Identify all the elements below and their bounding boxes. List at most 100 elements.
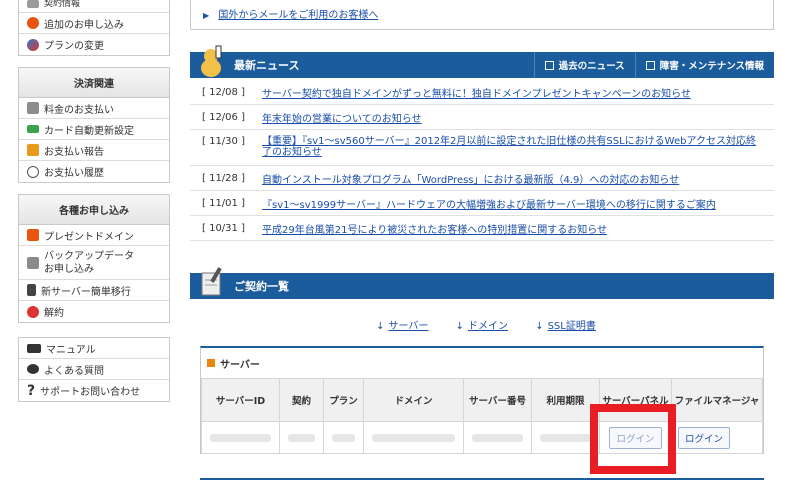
server-table: サーバーID 契約 プラン ドメイン サーバー番号 利用期限 サーバーパネル フ… — [201, 378, 763, 454]
domain-nav-label: ドメイン — [468, 321, 508, 332]
cancel-icon — [27, 305, 39, 318]
sidebar-item-contract-info[interactable]: 契約情報 — [19, 0, 169, 13]
sidebar-item-label: プランの変更 — [44, 41, 104, 52]
news-date: [ 12/06 ] — [202, 111, 245, 123]
news-link[interactable]: 【重要】『sv1～sv560サーバー』2012年2月以前に設定された旧仕様の共有… — [262, 136, 762, 158]
news-link[interactable]: 平成29年台風第21号により被災されたお客様への特別措置に関するお知らせ — [262, 221, 607, 236]
table-row: ログイン ログイン — [201, 421, 763, 454]
sidebar-item-payment-report[interactable]: お支払い報告 — [19, 140, 169, 161]
sidebar-item-support-contact[interactable]: ? サポートお問い合わせ — [19, 380, 169, 401]
sidebar-item-plan-change[interactable]: プランの変更 — [19, 34, 169, 55]
plus-box-icon — [544, 60, 554, 70]
question-icon: ? — [27, 382, 36, 399]
news-date: [ 11/30 ] — [202, 136, 245, 147]
news-date: [ 11/01 ] — [202, 197, 245, 209]
sidebar-item-label: 契約情報 — [44, 0, 81, 9]
plus-box-icon — [645, 60, 655, 70]
add-icon — [27, 17, 39, 29]
server-nav-label: サーバー — [388, 321, 429, 332]
news-item: [ 12/06 ] 年末年始の営業についてのお知らせ — [190, 105, 774, 130]
contract-title: ご契約一覧 — [234, 280, 289, 293]
payment-menu: 決済関連 料金のお支払い カード自動更新設定 お支払い報告 お支払い履歴 — [18, 67, 170, 183]
maintenance-label: 障害・メンテナンス情報 — [659, 61, 764, 72]
book-icon — [27, 343, 41, 353]
file-manager-login-button[interactable]: ログイン — [678, 426, 731, 449]
news-link[interactable]: サーバー契約で独自ドメインがずっと無料に！独自ドメインプレゼントキャンペーンのお… — [262, 85, 691, 100]
server-icon — [27, 284, 36, 296]
past-news-label: 過去のニュース — [558, 61, 625, 72]
overseas-box: ▶ 国外からメールをご利用のお客様へ — [190, 0, 774, 30]
news-link[interactable]: 『sv1～sv1999サーバー』ハードウェアの大幅増強および最新サーバー環境への… — [262, 196, 716, 211]
column-header: サーバーID — [201, 378, 280, 422]
invoice-icon — [27, 102, 39, 114]
server-nav-link[interactable]: ↓ サーバー — [368, 321, 428, 332]
sidebar-item-label: 解約 — [44, 308, 64, 319]
news-item: [ 11/28 ] 自動インストール対象プログラム「WordPress」における… — [190, 166, 774, 191]
domain-cell — [363, 421, 464, 454]
news-list: [ 12/08 ] サーバー契約で独自ドメインがずっと無料に！独自ドメインプレゼ… — [190, 80, 774, 241]
table-header-row: サーバーID 契約 プラン ドメイン サーバー番号 利用期限 サーバーパネル フ… — [201, 378, 763, 422]
sidebar-item-backup[interactable]: バックアップデータ お申し込み — [19, 246, 169, 280]
news-link[interactable]: 年末年始の営業についてのお知らせ — [262, 110, 422, 125]
sidebar-item-cancel[interactable]: 解約 — [19, 301, 169, 322]
triangle-right-icon: ▶ — [203, 11, 210, 20]
domain-nav-link[interactable]: ↓ ドメイン — [448, 321, 508, 332]
sidebar-item-label: カード自動更新設定 — [44, 125, 134, 137]
file-manager-cell: ログイン — [671, 421, 763, 454]
server-heading-label: サーバー — [220, 359, 260, 371]
column-header: サーバー番号 — [463, 378, 532, 422]
section-divider — [200, 478, 764, 480]
main-content: ▶ 国外からメールをご利用のお客様へ 最新ニュース 過去のニュース 障害・メンテ… — [190, 0, 774, 480]
support-menu: マニュアル よくある質問 ? サポートお問い合わせ — [18, 337, 170, 402]
sidebar-item-label: 新サーバー簡単移行 — [41, 286, 131, 298]
sidebar-item-add-application[interactable]: 追加のお申し込み — [19, 13, 169, 34]
past-news-link[interactable]: 過去のニュース — [533, 52, 635, 78]
news-item: [ 10/31 ] 平成29年台風第21号により被災されたお客様への特別措置に関… — [190, 216, 774, 241]
news-item: [ 11/01 ] 『sv1～sv1999サーバー』ハードウェアの大幅増強および… — [190, 191, 774, 216]
sidebar-item-payment-history[interactable]: お支払い履歴 — [19, 161, 169, 182]
column-header: ファイルマネージャ — [671, 378, 763, 422]
news-date: [ 11/28 ] — [202, 172, 245, 184]
news-header-bar: 最新ニュース 過去のニュース 障害・メンテナンス情報 — [190, 45, 774, 78]
sidebar-item-label: お支払い報告 — [44, 146, 104, 158]
maintenance-info-link[interactable]: 障害・メンテナンス情報 — [634, 52, 774, 78]
sidebar-item-card-auto-renew[interactable]: カード自動更新設定 — [19, 119, 169, 140]
sidebar-item-label: 料金のお支払い — [44, 104, 114, 116]
down-arrow-icon: ↓ — [535, 321, 544, 332]
apply-heading: 各種お申し込み — [19, 195, 169, 225]
sidebar-item-present-domain[interactable]: プレゼントドメイン — [19, 225, 169, 246]
sidebar: 契約情報 追加のお申し込み プランの変更 決済関連 料金のお支払い カード自動更… — [18, 0, 170, 402]
sidebar-item-faq[interactable]: よくある質問 — [19, 359, 169, 380]
account-menu: 契約情報 追加のお申し込み プランの変更 — [18, 0, 170, 56]
sidebar-item-payment[interactable]: 料金のお支払い — [19, 98, 169, 119]
contract-header-bar: ご契約一覧 — [190, 267, 774, 299]
contract-icon — [27, 0, 39, 8]
sidebar-item-label: バックアップデータ お申し込み — [44, 250, 134, 275]
news-link[interactable]: 自動インストール対象プログラム「WordPress」における最新版（4.9）への… — [262, 171, 679, 186]
sidebar-item-server-migration[interactable]: 新サーバー簡単移行 — [19, 280, 169, 301]
clipboard-icon — [201, 267, 222, 296]
sidebar-item-label: プレゼントドメイン — [44, 231, 134, 243]
sidebar-item-label: 追加のお申し込み — [44, 19, 124, 31]
clock-icon — [27, 165, 39, 178]
overseas-mail-link[interactable]: 国外からメールをご利用のお客様へ — [218, 10, 378, 21]
news-title: 最新ニュース — [234, 59, 300, 72]
server-heading: サーバー — [201, 348, 763, 378]
server-number-cell — [463, 421, 532, 454]
down-arrow-icon: ↓ — [455, 321, 464, 332]
gift-icon — [27, 229, 39, 241]
orange-square-icon — [207, 359, 215, 367]
report-icon — [27, 144, 39, 156]
sidebar-item-label: サポートお問い合わせ — [40, 387, 141, 398]
sidebar-item-manual[interactable]: マニュアル — [19, 338, 169, 359]
ssl-nav-label: SSL証明書 — [547, 321, 596, 332]
ssl-nav-link[interactable]: ↓ SSL証明書 — [527, 321, 596, 332]
payment-heading: 決済関連 — [19, 68, 169, 98]
column-header: ドメイン — [363, 378, 464, 422]
mascot-icon — [201, 45, 222, 77]
news-item: [ 12/08 ] サーバー契約で独自ドメインがずっと無料に！独自ドメインプレゼ… — [190, 80, 774, 105]
server-section: サーバー サーバーID 契約 プラン ドメイン サーバー番号 利用期限 サーバー… — [200, 346, 764, 454]
speech-bubble-icon — [27, 364, 39, 374]
down-arrow-icon: ↓ — [376, 321, 385, 332]
server-id-cell — [201, 421, 280, 454]
